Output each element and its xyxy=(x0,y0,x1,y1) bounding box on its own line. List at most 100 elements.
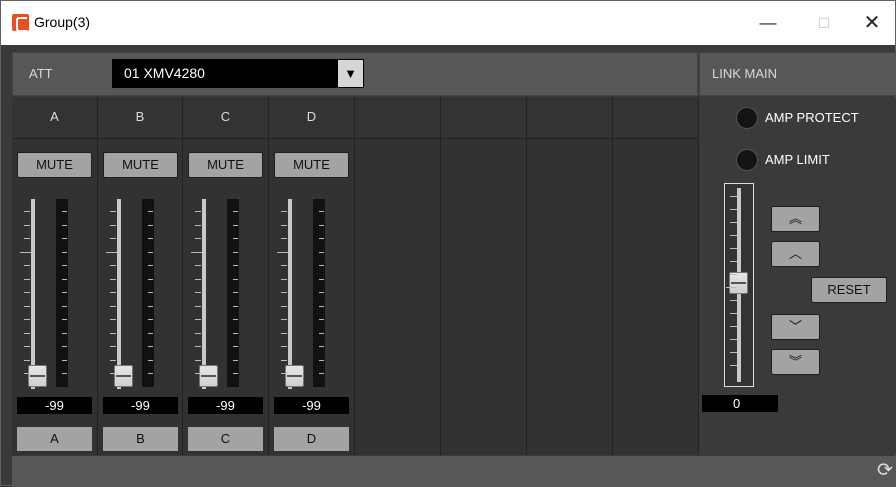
meter-tick xyxy=(148,251,153,253)
main-fader-tick xyxy=(730,313,737,314)
fader-tick xyxy=(20,251,31,253)
meter-tick xyxy=(319,332,324,334)
link-main-panel: AMP PROTECT AMP LIMIT ︽ ︿ RESET ﹀ ︾ 0 xyxy=(699,97,896,455)
fader-tick xyxy=(24,346,30,347)
meter-tick xyxy=(319,319,324,320)
channel-strip-c: MUTE -99 C xyxy=(183,139,269,455)
meter-tick xyxy=(148,211,153,212)
fader-tick xyxy=(281,224,287,226)
fader-tick xyxy=(191,251,202,253)
fader-tick xyxy=(281,332,287,334)
title-bar: Group(3) — □ ✕ xyxy=(1,1,895,45)
meter-tick xyxy=(319,359,324,361)
up-fast-button[interactable]: ︽ xyxy=(771,206,820,232)
fader-tick xyxy=(24,359,30,361)
fader-tick xyxy=(195,373,201,374)
main-fader-tick xyxy=(730,274,737,275)
meter-tick xyxy=(62,251,67,253)
device-select[interactable]: 01 XMV4280 ▼ xyxy=(111,58,365,89)
fader-tick xyxy=(24,224,30,226)
fader-tick xyxy=(24,319,30,320)
fader-knob[interactable] xyxy=(285,365,304,387)
fader-tick xyxy=(195,305,201,307)
channel-header-empty xyxy=(527,97,613,139)
refresh-icon[interactable]: ⟳ xyxy=(877,460,896,482)
empty-channel-strip xyxy=(527,139,613,455)
empty-channel-strip xyxy=(613,139,699,455)
maximize-button[interactable]: □ xyxy=(809,9,839,37)
dropdown-arrow-icon[interactable]: ▼ xyxy=(338,60,363,87)
fader-tick xyxy=(281,238,287,239)
group-window: Group(3) — □ ✕ ATT 01 XMV4280 ▼ LINK MAI… xyxy=(0,0,896,487)
fader-tick xyxy=(195,224,201,226)
att-label: ATT xyxy=(29,66,53,81)
main-level-value[interactable]: 0 xyxy=(702,395,778,412)
mute-button[interactable]: MUTE xyxy=(17,152,92,178)
fader-tick xyxy=(24,265,30,266)
main-fader-knob[interactable] xyxy=(729,272,748,294)
amp-limit-label: AMP LIMIT xyxy=(765,152,830,167)
meter-tick xyxy=(319,238,324,239)
mute-button[interactable]: MUTE xyxy=(188,152,263,178)
level-value[interactable]: -99 xyxy=(103,397,178,414)
channel-name: A xyxy=(17,427,92,451)
level-meter xyxy=(56,199,68,387)
main-fader-tick xyxy=(730,248,737,249)
fader-tick xyxy=(281,211,287,212)
channel-header-empty xyxy=(441,97,527,139)
minimize-button[interactable]: — xyxy=(753,9,783,37)
down-fast-button[interactable]: ︾ xyxy=(771,349,820,375)
meter-tick xyxy=(148,292,153,293)
level-meter xyxy=(313,199,325,387)
fader-knob[interactable] xyxy=(114,365,133,387)
fader-knob[interactable] xyxy=(199,365,218,387)
empty-channel-strip xyxy=(441,139,527,455)
fader-tick xyxy=(195,332,201,334)
link-main-label: LINK MAIN xyxy=(712,66,778,81)
down-button[interactable]: ﹀ xyxy=(771,314,820,340)
channel-name: B xyxy=(103,427,178,451)
meter-tick xyxy=(148,319,153,320)
meter-tick xyxy=(233,224,238,226)
main-fader-tick xyxy=(730,196,737,197)
meter-tick xyxy=(148,332,153,334)
level-value[interactable]: -99 xyxy=(188,397,263,414)
meter-tick xyxy=(233,305,238,307)
fader-tick xyxy=(281,373,287,374)
meter-tick xyxy=(233,332,238,334)
level-value[interactable]: -99 xyxy=(274,397,349,414)
meter-tick xyxy=(319,224,324,226)
meter-tick xyxy=(148,346,153,347)
main-fader-tick xyxy=(726,287,737,288)
fader-tick xyxy=(106,251,117,253)
reset-button[interactable]: RESET xyxy=(811,277,887,303)
meter-tick xyxy=(233,265,238,266)
fader-tick xyxy=(195,359,201,361)
main-fader-tick xyxy=(730,326,737,327)
mute-button[interactable]: MUTE xyxy=(274,152,349,178)
fader-tick xyxy=(110,346,116,347)
up-button[interactable]: ︿ xyxy=(771,241,820,267)
status-bar: ⟳ xyxy=(12,456,896,487)
meter-tick xyxy=(233,211,238,212)
meter-tick xyxy=(233,373,238,374)
fader-tick xyxy=(24,332,30,334)
fader-tick xyxy=(110,332,116,334)
main-fader[interactable] xyxy=(724,183,754,387)
channel-header-d: D xyxy=(269,97,355,139)
meter-tick xyxy=(62,332,67,334)
mute-button[interactable]: MUTE xyxy=(103,152,178,178)
meter-tick xyxy=(62,224,67,226)
meter-tick xyxy=(62,346,67,347)
fader-tick xyxy=(281,359,287,361)
meter-tick xyxy=(233,319,238,320)
fader-tick xyxy=(281,319,287,320)
fader-tick xyxy=(195,278,201,280)
level-value[interactable]: -99 xyxy=(17,397,92,414)
window-title: Group(3) xyxy=(34,14,91,30)
close-button[interactable]: ✕ xyxy=(857,9,887,37)
meter-tick xyxy=(319,265,324,266)
meter-tick xyxy=(148,305,153,307)
meter-tick xyxy=(319,305,324,307)
fader-knob[interactable] xyxy=(28,365,47,387)
